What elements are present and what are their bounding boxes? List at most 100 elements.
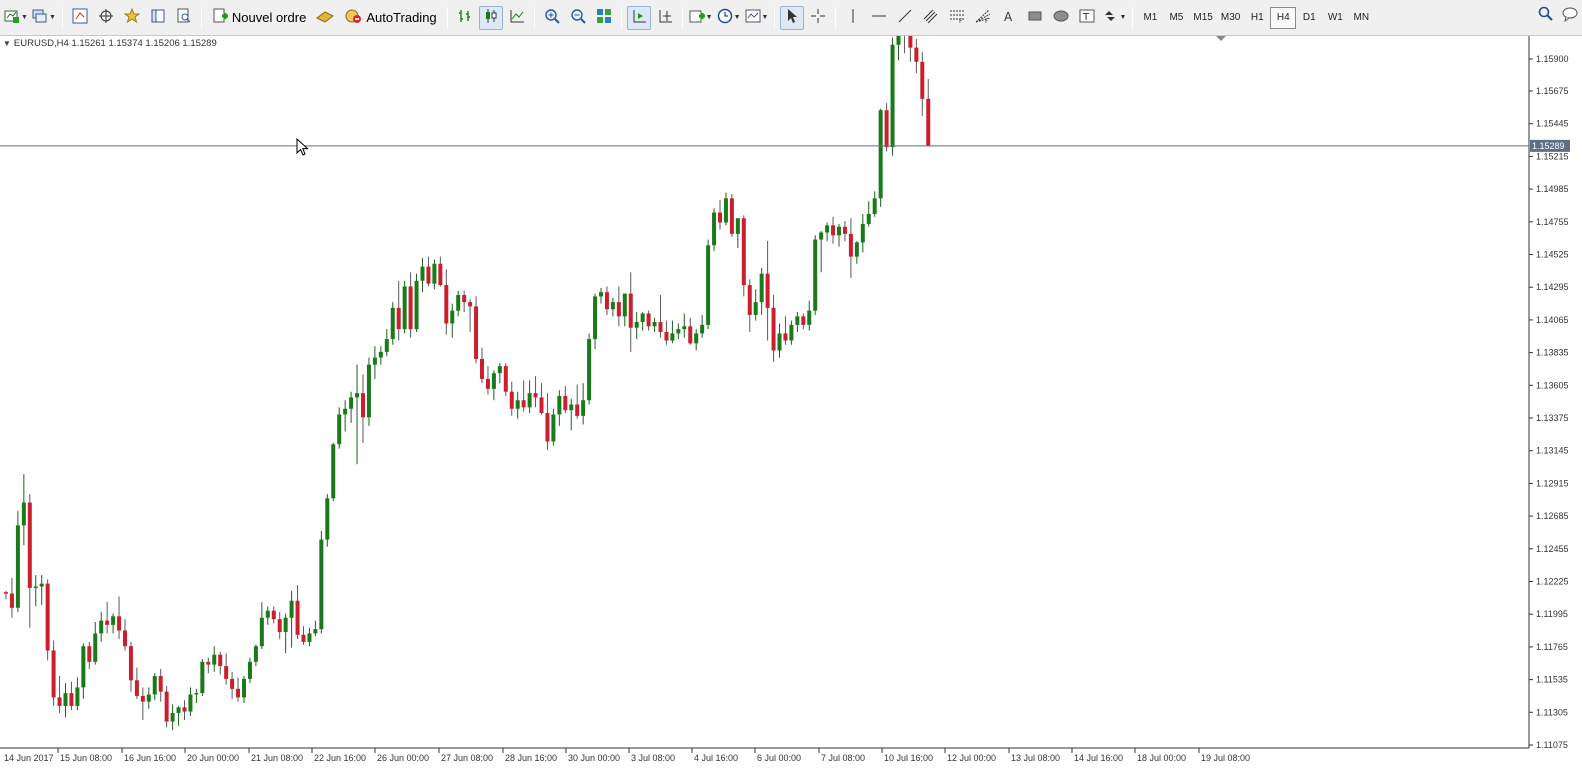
horizontal-line-tool-button[interactable] [867,6,891,30]
bullish-candle [813,239,818,311]
bearish-candle [658,322,663,332]
bullish-candle [188,694,193,712]
bearish-candle [480,358,484,379]
chart-window[interactable]: 1.15900 1.15675 1.15445 1.15215 1.14985 1.147… [0,36,1582,783]
bearish-candle [908,36,913,48]
bullish-candle [622,293,627,317]
timeframe-h4[interactable]: H4 [1270,6,1297,29]
metaeditor-button[interactable] [313,6,337,30]
fibonacci-retracement-tool-button[interactable]: F [945,6,969,30]
bullish-candle [390,307,395,340]
price-tick-label: 1.15675 [1536,86,1569,96]
tile-windows-button[interactable] [592,6,616,30]
new-order-icon [212,8,228,27]
bullish-candle [896,36,901,45]
bearish-candle [271,610,276,620]
crosshair-icon [810,8,826,27]
timeframe-m30[interactable]: M30 [1217,7,1244,29]
toolbar-divider [835,6,837,29]
chevron-down-icon: ▼ [705,14,713,21]
templates-button[interactable]: ▼ [744,6,770,30]
equidistant-channel-tool-button[interactable] [919,6,943,30]
bearish-candle [69,693,74,706]
profiles-button[interactable]: ▼ [31,6,57,30]
text-tool-button[interactable]: A [997,6,1021,30]
candlestick-icon [483,8,499,27]
bullish-candle [527,393,532,408]
bearish-candle [51,650,56,698]
bullish-candle [21,502,26,526]
timeframe-m1[interactable]: M1 [1137,7,1163,29]
bullish-candle [242,678,246,698]
arrows-tool-button[interactable]: ▼ [1101,6,1127,30]
arrows-icon [1102,8,1118,27]
candlestick-chart-button[interactable] [478,5,503,30]
bearish-candle [230,678,235,689]
bullish-candle [795,316,800,325]
autotrading-button[interactable]: AutoTrading [339,6,441,30]
rectangle-tool-button[interactable] [1023,6,1047,30]
bearish-candle [604,292,609,310]
bullish-candle [890,44,895,148]
price-tick-label: 1.15215 [1536,151,1569,161]
timeframe-m15[interactable]: M15 [1189,7,1216,29]
zoom-in-button[interactable] [540,6,564,30]
text-label-tool-button[interactable]: T [1075,6,1099,30]
bullish-candle [515,400,520,409]
timeframe-w1[interactable]: W1 [1322,7,1348,29]
horizontal-line-icon [871,8,887,27]
chart-shift-button[interactable] [653,6,677,30]
toolbar-divider [61,6,63,29]
market-watch-button[interactable] [68,6,92,30]
bar-chart-button[interactable] [453,6,477,30]
timeframe-h1[interactable]: H1 [1244,7,1270,29]
bullish-candle [497,366,502,374]
zoom-out-button[interactable] [566,6,590,30]
bullish-candle [283,617,288,632]
strategy-tester-button[interactable] [172,6,196,30]
symbol-info-text: EURUSD,H4 1.15261 1.15374 1.15206 1.1528… [13,38,217,49]
bearish-candle [771,307,776,351]
bullish-candle [355,393,360,398]
crosshair-tool-button[interactable] [806,6,830,30]
time-tick-label: 14 Jun 2017 [4,753,54,763]
bullish-candle [450,310,455,324]
bearish-candle [182,707,187,712]
auto-scroll-button[interactable] [626,5,651,30]
vertical-line-tool-button[interactable] [841,6,865,30]
bullish-candle [551,414,556,442]
line-chart-button[interactable] [505,6,529,30]
bearish-candle [646,313,651,327]
text-letter-icon: A [1001,8,1017,27]
timeframe-mn[interactable]: MN [1348,7,1374,29]
svg-text:F: F [985,18,989,24]
navigator-button[interactable] [120,6,144,30]
bearish-candle [438,263,443,286]
new-order-button[interactable]: Nouvel ordre [207,6,311,30]
fibonacci-fan-tool-button[interactable]: F [971,6,995,30]
data-window-button[interactable] [94,6,118,30]
timeframe-d1[interactable]: D1 [1296,7,1322,29]
bearish-candle [45,583,50,651]
periods-button[interactable]: ▼ [716,6,742,30]
chat-bubble-icon[interactable] [1562,6,1578,25]
search-icon[interactable] [1538,6,1554,25]
cursor-tool-button[interactable] [780,5,805,30]
indicators-button[interactable]: ▼ [688,6,714,30]
crosshair-target-icon [98,8,114,27]
clock-icon [717,8,733,27]
trendline-tool-button[interactable] [893,6,917,30]
terminal-button[interactable] [146,6,170,30]
bearish-candle [277,619,282,632]
ellipse-tool-button[interactable] [1049,6,1073,30]
time-tick-label: 6 Jul 00:00 [757,753,801,763]
candlestick-chart[interactable]: 1.15900 1.15675 1.15445 1.15215 1.14985 1.147… [0,36,1582,771]
timeframe-m5[interactable]: M5 [1163,7,1189,29]
bullish-candle [456,295,461,311]
bullish-candle [15,525,20,608]
new-chart-button[interactable]: ▼ [3,6,29,30]
bar-chart-icon [457,8,473,27]
bullish-candle [700,324,705,334]
rectangle-icon [1027,8,1043,27]
bearish-candle [164,691,169,722]
